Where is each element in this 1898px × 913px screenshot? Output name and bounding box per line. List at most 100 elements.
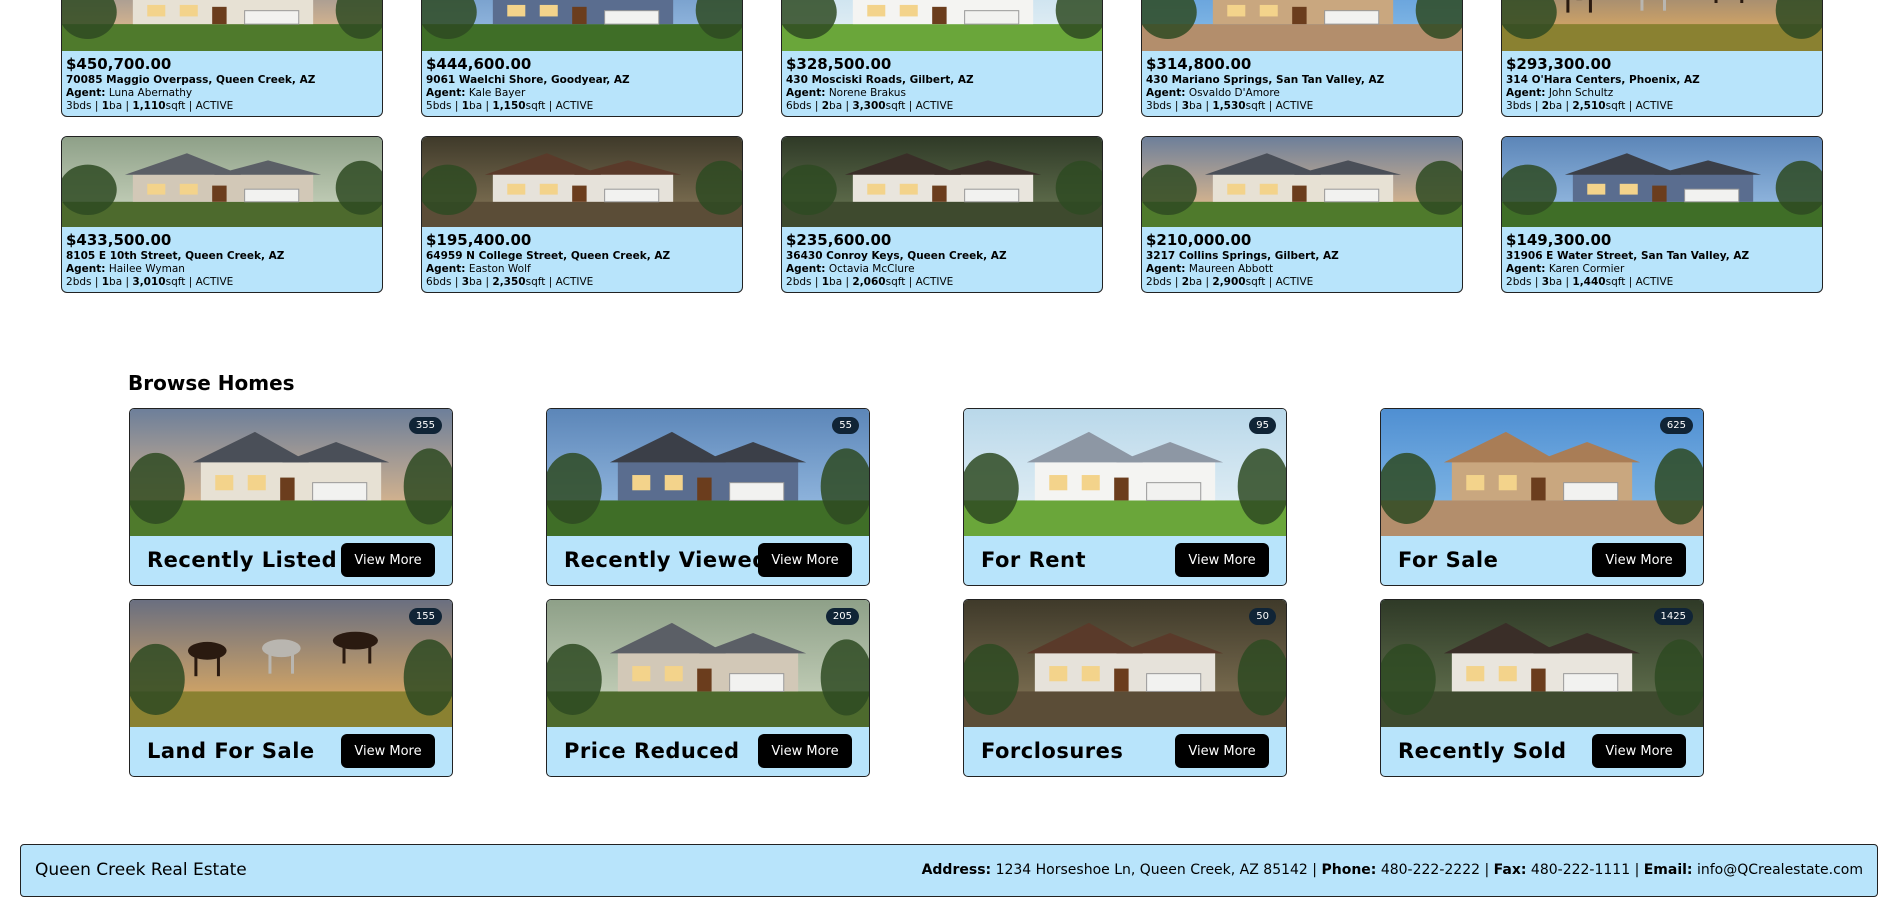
view-more-button[interactable]: View More (341, 543, 435, 577)
listing-photo[interactable] (782, 0, 1102, 51)
category-photo[interactable] (964, 409, 1286, 536)
agent-name: Kale Bayer (468, 87, 526, 99)
agent-label: Agent: (1146, 263, 1186, 275)
view-more-button[interactable]: View More (341, 734, 435, 768)
beds-unit: bds (1152, 100, 1172, 112)
listing-address: 70085 Maggio Overpass, Queen Creek, AZ (66, 74, 316, 86)
spec-separator: | (125, 100, 130, 112)
footer-address: 1234 Horseshoe Ln, Queen Creek, AZ 85142 (995, 862, 1308, 878)
category-photo[interactable] (1381, 409, 1703, 536)
listing-price: $433,500.00 (66, 231, 172, 249)
listing-info: $444,600.00 9061 Waelchi Shore, Goodyear… (422, 51, 742, 116)
spec-separator: | (188, 276, 193, 288)
agent-label: Agent: (66, 263, 106, 275)
listing-status: ACTIVE (915, 276, 954, 288)
baths-count: 3 (1181, 100, 1190, 112)
sqft-unit: sqft (165, 100, 186, 112)
footer-separator: | (1312, 862, 1318, 878)
beds-unit: bds (1512, 276, 1532, 288)
spec-separator: | (1174, 100, 1179, 112)
listing-agent: Agent: John Schultz (1506, 87, 1818, 100)
spec-separator: | (1205, 276, 1210, 288)
view-more-button[interactable]: View More (758, 734, 852, 768)
sqft-value: 1,530 (1212, 100, 1246, 112)
listing-price: $195,400.00 (426, 231, 532, 249)
listing-photo[interactable] (422, 0, 742, 51)
listings-grid: $450,700.00 70085 Maggio Overpass, Queen… (0, 0, 1898, 310)
agent-label: Agent: (426, 263, 466, 275)
listing-photo[interactable] (1142, 0, 1462, 51)
category-photo[interactable] (547, 409, 869, 536)
listing-photo[interactable] (62, 137, 382, 227)
footer-email[interactable]: info@QCrealestate.com (1697, 862, 1863, 878)
baths-count: 3 (1541, 276, 1550, 288)
listing-photo[interactable] (422, 137, 742, 227)
listing-card[interactable]: $314,800.00 430 Mariano Springs, San Tan… (1141, 0, 1463, 117)
listing-specs: 3bds | 2ba | 2,510sqft | ACTIVE (1506, 100, 1818, 113)
listing-card[interactable]: $293,300.00 314 O'Hara Centers, Phoenix,… (1501, 0, 1823, 117)
listing-card[interactable]: $235,600.00 36430 Conroy Keys, Queen Cre… (781, 136, 1103, 293)
footer-separator: | (1634, 862, 1640, 878)
view-more-button[interactable]: View More (1175, 543, 1269, 577)
listing-card[interactable]: $328,500.00 430 Mosciski Roads, Gilbert,… (781, 0, 1103, 117)
sqft-unit: sqft (1245, 100, 1266, 112)
listing-specs: 3bds | 1ba | 1,110sqft | ACTIVE (66, 100, 378, 113)
spec-separator: | (908, 276, 913, 288)
listing-card[interactable]: $195,400.00 64959 N College Street, Quee… (421, 136, 743, 293)
agent-name: John Schultz (1548, 87, 1614, 99)
listing-photo[interactable] (1502, 0, 1822, 51)
category-photo[interactable] (547, 600, 869, 727)
listing-address: 314 O'Hara Centers, Phoenix, AZ (1506, 74, 1700, 86)
beds-count: 2 (1506, 276, 1513, 288)
listing-card[interactable]: $210,000.00 3217 Collins Springs, Gilber… (1141, 136, 1463, 293)
listing-status: ACTIVE (1275, 100, 1314, 112)
listing-card[interactable]: $444,600.00 9061 Waelchi Shore, Goodyear… (421, 0, 743, 117)
footer-phone[interactable]: 480-222-2222 (1381, 862, 1480, 878)
listing-photo[interactable] (62, 0, 382, 51)
baths-unit: ba (1189, 276, 1203, 288)
listing-price: $450,700.00 (66, 55, 172, 73)
view-more-button[interactable]: View More (1592, 734, 1686, 768)
sqft-value: 2,350 (492, 276, 526, 288)
spec-separator: | (1628, 276, 1633, 288)
listing-photo[interactable] (1142, 137, 1462, 227)
listing-card[interactable]: $450,700.00 70085 Maggio Overpass, Queen… (61, 0, 383, 117)
category-count-badge: 205 (825, 608, 859, 625)
agent-label: Agent: (1506, 263, 1546, 275)
browse-category-card: 95 For Rent View More (963, 408, 1287, 586)
listing-photo[interactable] (1502, 137, 1822, 227)
listing-card[interactable]: $149,300.00 31906 E Water Street, San Ta… (1501, 136, 1823, 293)
view-more-button[interactable]: View More (1175, 734, 1269, 768)
listing-price: $314,800.00 (1146, 55, 1252, 73)
agent-name: Easton Wolf (468, 263, 531, 275)
category-photo[interactable] (964, 600, 1286, 727)
view-more-button[interactable]: View More (1592, 543, 1686, 577)
beds-count: 3 (1506, 100, 1513, 112)
sqft-value: 2,900 (1212, 276, 1246, 288)
listing-status: ACTIVE (1635, 276, 1674, 288)
beds-unit: bds (1152, 276, 1172, 288)
listing-card[interactable]: $433,500.00 8105 E 10th Street, Queen Cr… (61, 136, 383, 293)
baths-unit: ba (829, 100, 843, 112)
sqft-value: 3,010 (132, 276, 166, 288)
beds-count: 6 (426, 276, 433, 288)
listing-status: ACTIVE (915, 100, 954, 112)
listing-address: 430 Mariano Springs, San Tan Valley, AZ (1146, 74, 1385, 86)
category-photo[interactable] (130, 600, 452, 727)
baths-count: 1 (461, 100, 470, 112)
spec-separator: | (814, 276, 819, 288)
agent-name: Octavia McClure (828, 263, 915, 275)
listing-address: 8105 E 10th Street, Queen Creek, AZ (66, 250, 285, 262)
category-title: Recently Viewed (564, 548, 768, 572)
listing-info: $149,300.00 31906 E Water Street, San Ta… (1502, 227, 1822, 292)
beds-unit: bds (432, 276, 452, 288)
listing-photo[interactable] (782, 137, 1102, 227)
sqft-value: 1,110 (132, 100, 166, 112)
baths-count: 1 (101, 276, 110, 288)
view-more-button[interactable]: View More (758, 543, 852, 577)
baths-count: 1 (821, 276, 830, 288)
category-photo[interactable] (130, 409, 452, 536)
baths-count: 2 (1181, 276, 1190, 288)
listing-info: $195,400.00 64959 N College Street, Quee… (422, 227, 742, 292)
baths-unit: ba (469, 276, 483, 288)
